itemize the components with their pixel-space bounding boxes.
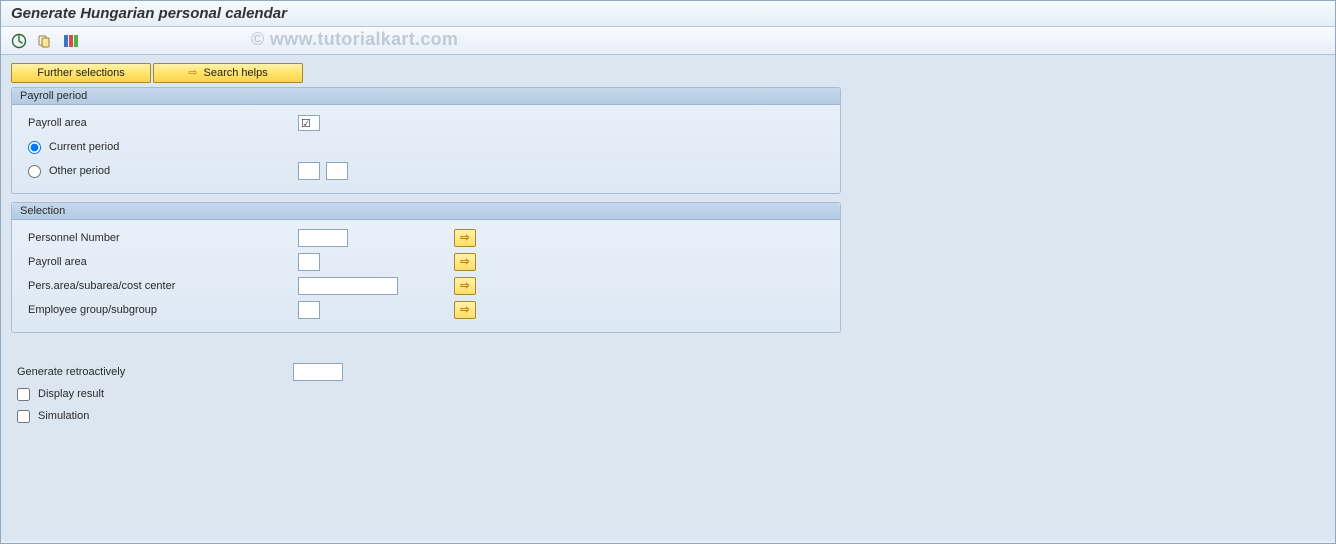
pers-area-label: Pers.area/subarea/cost center [22,280,242,292]
arrow-right-icon: ⇨ [188,68,197,79]
get-variant-icon[interactable] [37,33,53,49]
payroll-area-sel-input[interactable] [298,253,320,271]
search-helps-label: Search helps [204,67,268,79]
search-helps-button[interactable]: ⇨ Search helps [153,63,303,83]
arrow-right-icon: ⇨ [460,233,469,244]
other-period-label: Other period [49,165,110,177]
payroll-period-title: Payroll period [12,88,840,105]
watermark-text: © www.tutorialkart.com [251,29,458,50]
options-section: Generate retroactively Display result Si… [11,357,841,431]
selection-options-icon[interactable] [63,33,79,49]
current-period-label: Current period [49,141,119,153]
further-selections-button[interactable]: Further selections [11,63,151,83]
page-title: Generate Hungarian personal calendar [1,1,1335,27]
emp-group-label: Employee group/subgroup [22,304,242,316]
payroll-period-group: Payroll period Payroll area ☑ Current pe… [11,87,841,194]
personnel-number-input[interactable] [298,229,348,247]
sap-selection-screen: Generate Hungarian personal calendar © w… [0,0,1336,544]
simulation-label: Simulation [38,410,89,422]
dynamic-selections-row: Further selections ⇨ Search helps [11,63,1325,83]
other-period-to-input[interactable] [326,162,348,180]
generate-retro-input[interactable] [293,363,343,381]
selection-title: Selection [12,203,840,220]
app-toolbar: © www.tutorialkart.com [1,27,1335,55]
further-selections-label: Further selections [37,67,124,79]
display-result-label: Display result [38,388,104,400]
current-period-radio[interactable] [28,141,41,154]
pers-area-multi-button[interactable]: ⇨ [454,277,476,295]
personnel-number-label: Personnel Number [22,232,242,244]
payroll-area-multi-button[interactable]: ⇨ [454,253,476,271]
execute-icon[interactable] [11,33,27,49]
payroll-area-sel-label: Payroll area [22,256,242,268]
emp-group-input[interactable] [298,301,320,319]
arrow-right-icon: ⇨ [460,281,469,292]
arrow-right-icon: ⇨ [460,305,469,316]
other-period-from-input[interactable] [298,162,320,180]
payroll-area-f4-input[interactable]: ☑ [298,115,320,131]
other-period-radio[interactable] [28,165,41,178]
display-result-checkbox[interactable] [17,388,30,401]
content-area: Further selections ⇨ Search helps Payrol… [1,55,1335,541]
personnel-number-multi-button[interactable]: ⇨ [454,229,476,247]
payroll-area-label: Payroll area [22,117,242,129]
arrow-right-icon: ⇨ [460,257,469,268]
generate-retro-label: Generate retroactively [17,366,237,378]
pers-area-input[interactable] [298,277,398,295]
simulation-checkbox[interactable] [17,410,30,423]
emp-group-multi-button[interactable]: ⇨ [454,301,476,319]
selection-group: Selection Personnel Number ⇨ Payroll are… [11,202,841,333]
